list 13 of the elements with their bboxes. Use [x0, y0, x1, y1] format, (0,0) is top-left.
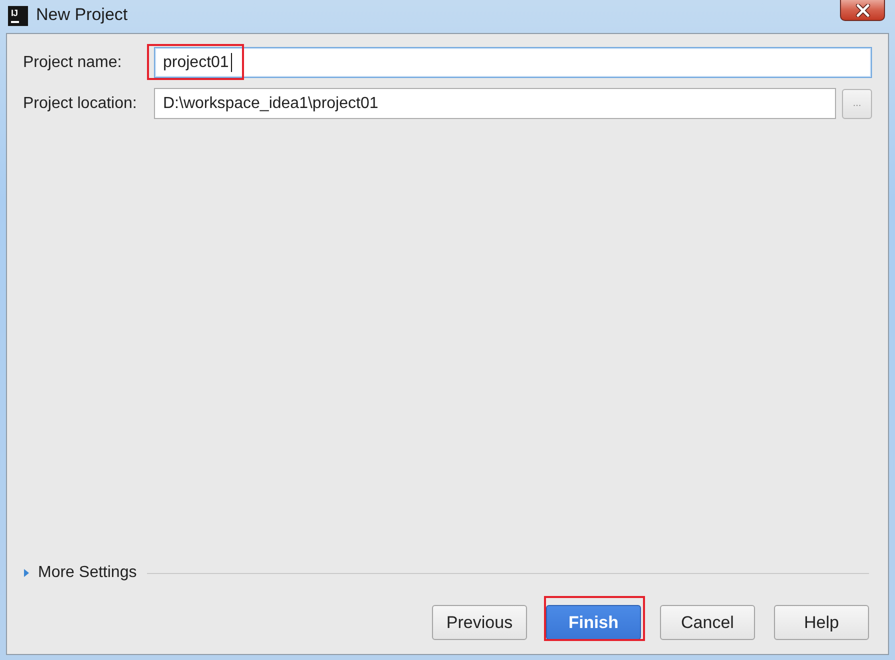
dialog-button[interactable]: Finish [546, 605, 641, 640]
close-button[interactable] [840, 0, 885, 21]
close-icon [854, 4, 870, 16]
text-field[interactable]: project01 [154, 47, 872, 78]
dialog-button[interactable]: Help [774, 605, 869, 640]
dialog-button[interactable]: Cancel [660, 605, 755, 640]
window-title: New Project [36, 5, 128, 25]
dialog-button[interactable]: Previous [432, 605, 527, 640]
text-field[interactable]: D:\workspace_idea1\project01 [154, 88, 836, 119]
app-logo: IJ [8, 6, 28, 26]
field-label: Project location: [23, 94, 138, 114]
field-label: Project name: [23, 52, 123, 72]
more-settings-toggle[interactable]: More Settings [24, 561, 137, 585]
